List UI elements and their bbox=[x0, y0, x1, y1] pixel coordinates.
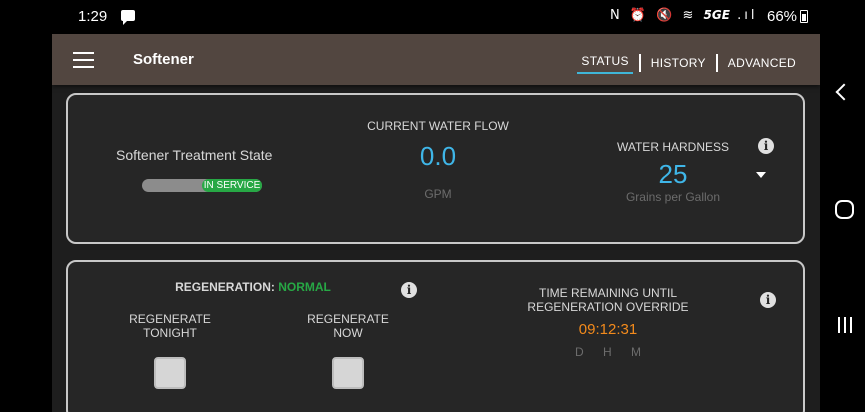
water-hardness-unit: Grains per Gallon bbox=[625, 190, 721, 204]
home-icon[interactable] bbox=[835, 200, 854, 219]
status-bar: 1:29 N ⏰ 🔇 ≋ 5GE .ıl 66% bbox=[0, 0, 865, 34]
time-remaining-label: TIME REMAINING UNTIL REGENERATION OVERRI… bbox=[527, 286, 689, 314]
regenerate-now-label: REGENERATE NOW bbox=[307, 312, 389, 340]
regenerate-now-checkbox[interactable] bbox=[332, 357, 364, 389]
water-hardness-value: 25 bbox=[658, 159, 688, 189]
treatment-state-indicator: IN SERVICE bbox=[142, 179, 262, 192]
battery-percent: 66% bbox=[767, 8, 798, 25]
system-status-icons: N ⏰ 🔇 ≋ bbox=[610, 8, 697, 23]
regeneration-title-prefix: REGENERATION: bbox=[175, 280, 275, 294]
tab-status[interactable]: STATUS bbox=[577, 52, 633, 74]
status-time: 1:29 bbox=[78, 8, 108, 25]
water-flow-value: 0.0 bbox=[419, 141, 457, 171]
hardness-info-icon[interactable]: i bbox=[758, 138, 774, 154]
hardness-dropdown-icon[interactable] bbox=[756, 172, 766, 178]
signal-icon: .ıl bbox=[737, 8, 758, 23]
tab-divider bbox=[638, 54, 641, 72]
water-flow-label: CURRENT WATER FLOW bbox=[367, 119, 509, 133]
water-flow-unit: GPM bbox=[424, 187, 452, 201]
status-card: Softener Treatment State IN SERVICE CURR… bbox=[66, 93, 805, 244]
tab-advanced[interactable]: ADVANCED bbox=[724, 54, 800, 72]
tab-history[interactable]: HISTORY bbox=[647, 54, 710, 72]
app-bar: Softener STATUS HISTORY ADVANCED bbox=[52, 34, 820, 85]
page-title: Softener bbox=[133, 51, 194, 68]
regenerate-tonight-checkbox[interactable] bbox=[154, 357, 186, 389]
regeneration-title: REGENERATION: NORMAL bbox=[158, 280, 348, 294]
regeneration-status: NORMAL bbox=[278, 280, 331, 294]
network-type: 5GE bbox=[703, 8, 730, 22]
regenerate-tonight-label: REGENERATE TONIGHT bbox=[129, 312, 211, 340]
time-remaining-units: D H M bbox=[575, 345, 649, 359]
back-icon[interactable] bbox=[835, 83, 853, 101]
water-hardness-label: WATER HARDNESS bbox=[616, 140, 729, 154]
app-window: Softener STATUS HISTORY ADVANCED Softene… bbox=[52, 34, 820, 412]
treatment-state-badge: IN SERVICE bbox=[202, 179, 262, 192]
override-info-icon[interactable]: i bbox=[760, 292, 776, 308]
time-remaining-value: 09:12:31 bbox=[578, 321, 638, 338]
battery-icon bbox=[800, 10, 808, 23]
treatment-state-label: Softener Treatment State bbox=[116, 147, 273, 163]
regeneration-card: REGENERATION: NORMAL i REGENERATE TONIGH… bbox=[66, 260, 805, 412]
tab-bar: STATUS HISTORY ADVANCED bbox=[577, 52, 800, 74]
hamburger-menu-icon[interactable] bbox=[73, 52, 94, 68]
regeneration-info-icon[interactable]: i bbox=[401, 282, 417, 298]
status-icons: N ⏰ 🔇 ≋ 5GE .ıl bbox=[610, 8, 757, 23]
tab-divider bbox=[715, 54, 718, 72]
recent-apps-icon[interactable] bbox=[838, 317, 852, 333]
message-notification-icon bbox=[121, 10, 135, 25]
